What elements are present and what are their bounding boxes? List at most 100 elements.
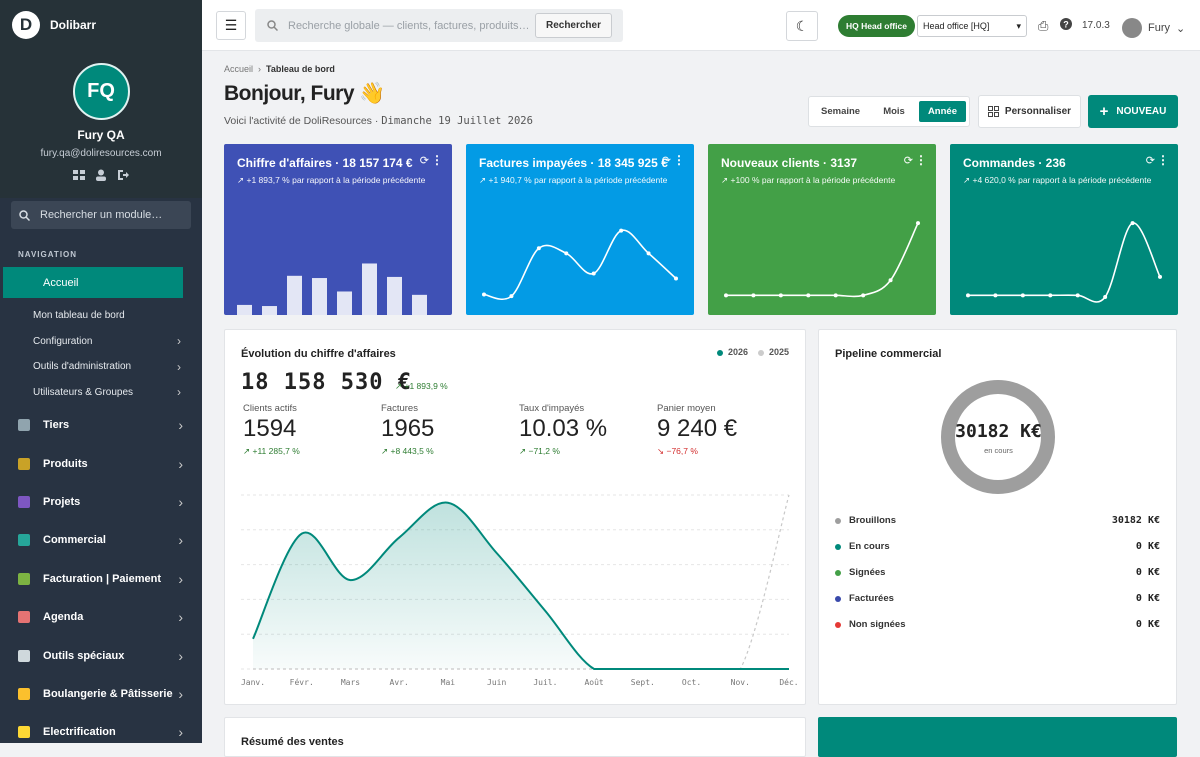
sidebar-subitem-label: Configuration [33,335,93,347]
kpi-line [726,222,919,298]
kpi-card[interactable]: Nouveaux clients · 3137 ↗ +100 % par rapp… [708,144,936,315]
new-button[interactable]: + NOUVEAU [1088,95,1178,128]
sidebar-item[interactable]: Boulangerie & Pâtisserie › [0,675,202,713]
subtitle-text: Voici l'activité de DoliResources · [224,115,382,127]
x-tick-label: Août [584,678,603,687]
more-icon[interactable]: ⋮ [1157,153,1169,167]
moon-icon: ☾ [795,17,809,34]
sidebar-item-label: Facturation | Paiement [43,572,161,585]
kpi-point [966,293,970,298]
sidebar-item-label: Tiers [43,419,70,432]
period-year-button[interactable]: Année [918,101,966,122]
period-week-button[interactable]: Semaine [812,101,869,122]
x-tick-label: Déc. [779,677,798,687]
refresh-icon[interactable]: ⟳ [904,154,913,167]
kpi-bar [287,275,302,315]
kpi-bar [362,263,377,315]
kpi-point [778,293,783,298]
kpi-point [993,293,998,298]
pipeline-row[interactable]: Facturées [835,593,894,604]
menu-toggle-button[interactable]: ☰ [216,11,246,40]
kpi-point [806,293,811,298]
sidebar-item[interactable]: Agenda › [0,598,202,636]
refresh-icon[interactable]: ⟳ [420,154,429,167]
series-2026-area [253,502,789,669]
sidebar-item[interactable]: Tiers › [0,406,202,444]
kpi-card[interactable]: Chiffre d'affaires · 18 157 174 € ↗ +1 89… [224,144,452,315]
profile-name: Fury QA [77,128,125,142]
kpi-point [888,278,893,283]
hamburger-icon: ☰ [224,17,238,33]
search-button[interactable]: Rechercher [534,13,612,38]
kpi-point [482,292,486,297]
sidebar-subitem[interactable]: Outils d'administration › [0,354,202,380]
entity-badge: HQ Head office [838,15,915,37]
sidebar-item-label: Agenda [43,611,84,624]
logout-icon[interactable] [117,168,129,180]
sidebar-subitem[interactable]: Configuration › [0,329,202,355]
pipeline-row[interactable]: Non signées [835,619,906,630]
print-icon[interactable]: ⎙ [1038,18,1048,34]
svg-text:?: ? [1063,20,1069,30]
period-month-button[interactable]: Mois [874,101,914,122]
chevron-right-icon: › [177,359,181,374]
grid-icon [987,106,999,117]
pipeline-row[interactable]: En cours [835,541,890,552]
global-search-input[interactable]: Recherche globale — clients, factures, p… [255,9,623,42]
brand[interactable]: D Dolibarr [0,0,202,50]
help-icon[interactable]: ? [1060,18,1072,33]
sidebar-item[interactable]: Projets › [0,483,202,521]
x-tick-label: Mai [441,678,456,687]
chevron-right-icon: › [178,455,183,472]
pipeline-row[interactable]: Signées [835,567,885,578]
kpi-card[interactable]: Factures impayées · 18 345 925 € ↗ +1 940… [466,144,694,315]
revenue-card: Évolution du chiffre d'affaires 2026 202… [224,329,806,705]
module-icon [18,572,30,585]
sidebar-item[interactable]: Facturation | Paiement › [0,560,202,598]
more-icon[interactable]: ⋮ [431,153,443,167]
pipeline-label: En cours [849,541,890,552]
more-icon[interactable]: ⋮ [915,153,927,167]
dashboard-icon[interactable] [73,168,85,180]
kpi-point [619,228,624,233]
kpi-card[interactable]: Commandes · 236 ↗ +4 620,0 % par rapport … [950,144,1178,315]
breadcrumb-home[interactable]: Accueil [224,64,253,74]
kpi-point [724,293,728,298]
page-subtitle: Voici l'activité de DoliResources · Dima… [224,115,533,127]
x-tick-label: Janv. [241,678,265,687]
module-search-input[interactable]: Rechercher un module… [11,201,191,229]
sidebar-item[interactable]: Outils spéciaux › [0,636,202,674]
chevron-down-icon: ▾ [1016,20,1021,31]
sidebar-item[interactable]: Produits › [0,444,202,482]
sidebar-subitem[interactable]: Mon tableau de bord [0,303,202,329]
pipeline-value: 0 K€ [1135,567,1160,578]
pipeline-row[interactable]: Brouillons [835,515,896,526]
kpi-delta: ↗ +1 893,7 % par rapport à la période pr… [237,175,426,185]
chevron-right-icon: › [178,493,183,510]
sidebar-item[interactable]: Commercial › [0,521,202,559]
pipeline-value: 30182 K€ [1111,515,1160,526]
refresh-icon[interactable]: ⟳ [1146,154,1155,167]
module-icon [18,687,30,700]
chevron-right-icon: › [178,570,183,587]
avatar[interactable]: FQ [72,63,130,120]
sidebar-item-label: Boulangerie & Pâtisserie [43,687,173,700]
app-logo: D [12,11,40,39]
user-icon[interactable] [95,168,107,181]
dark-mode-toggle[interactable]: ☾ [786,11,818,41]
kpi-point [1075,293,1080,298]
kpi-delta: ↗ +1 940,7 % par rapport à la période pr… [479,175,668,185]
sidebar-item[interactable]: Electrification › [0,713,202,751]
user-menu[interactable]: Fury ⌄ [1122,18,1185,38]
refresh-icon[interactable]: ⟳ [662,154,671,167]
sidebar-item-accueil[interactable]: Accueil [3,267,183,298]
customize-button[interactable]: Personnaliser [978,95,1081,128]
kpi-point [1158,274,1162,279]
user-name: Fury [1148,22,1170,34]
module-icon [18,495,30,508]
avatar [1122,18,1142,38]
entity-select[interactable]: Head office [HQ] ▾ [917,15,1027,37]
more-icon[interactable]: ⋮ [673,153,685,167]
sidebar-subitem-label: Utilisateurs & Groupes [33,386,134,398]
sidebar-subitem[interactable]: Utilisateurs & Groupes › [0,380,202,406]
